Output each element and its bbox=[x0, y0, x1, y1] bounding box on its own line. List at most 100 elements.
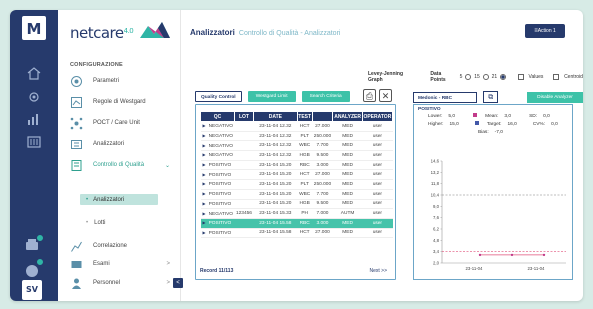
column-header[interactable] bbox=[311, 111, 334, 122]
main-content: Analizzatori Controllo di Qualità - Anali… bbox=[182, 10, 583, 301]
tab-medonic-rbc[interactable]: Medonic - RBC POSITIVO bbox=[413, 91, 478, 112]
analyzer-icon bbox=[71, 139, 82, 149]
table-row[interactable]: NEGATIVO12345623-11-04 15.33PH7.000AUTMu… bbox=[200, 208, 393, 219]
sidebar-item-analizzatori[interactable]: Analizzatori bbox=[70, 135, 170, 153]
sidebar-item-label: Parametri bbox=[93, 78, 120, 84]
column-header[interactable]: TEST bbox=[296, 111, 313, 122]
table-cell bbox=[234, 228, 254, 239]
table-cell: user bbox=[362, 199, 393, 210]
app-logo-icon[interactable]: M bbox=[22, 16, 46, 40]
y-tick-label: 7,6 bbox=[433, 215, 440, 220]
table-cell: user bbox=[362, 121, 393, 132]
tab-quality-control[interactable]: Quality Control bbox=[195, 91, 242, 102]
table-cell: HGB bbox=[297, 199, 312, 210]
table-cell: 9.500 bbox=[312, 150, 333, 161]
sidebar-item-westgard[interactable]: Regole di Westgard bbox=[70, 93, 170, 111]
table-cell: user bbox=[362, 228, 393, 239]
table-row[interactable]: POSITIVO 23-11-04 15.58RBC3.000MEDuser bbox=[200, 218, 393, 229]
table-cell: NEGATIVO bbox=[200, 150, 235, 161]
table-cell bbox=[234, 189, 254, 200]
sv-icon[interactable]: SV bbox=[22, 280, 42, 300]
chevron-right-icon: > bbox=[166, 261, 170, 267]
values-checkbox[interactable] bbox=[517, 74, 524, 80]
table-cell: MED bbox=[332, 189, 363, 200]
table-cell: 7.700 bbox=[312, 140, 333, 152]
brand-mark-icon bbox=[140, 22, 170, 38]
table-cell: 3.000 bbox=[312, 160, 333, 171]
x-tick-label: 23-11-04 bbox=[466, 266, 483, 271]
table-cell: MED bbox=[332, 169, 363, 181]
table-cell: 23-11-04 15.20 bbox=[253, 160, 298, 171]
centroid-checkbox[interactable] bbox=[553, 74, 560, 80]
table-cell: 27.000 bbox=[312, 121, 333, 132]
tab-search-criteria[interactable]: Search Criteria bbox=[301, 91, 350, 102]
sidebar-subitem-lotti[interactable]: Lotti bbox=[86, 220, 105, 226]
brand-version: 4.0 bbox=[123, 27, 134, 35]
settings-icon[interactable] bbox=[24, 90, 44, 104]
table-cell: PLT bbox=[297, 131, 312, 142]
table-row[interactable]: POSITIVO 23-11-04 15.20HCT27.000MEDuser bbox=[200, 169, 393, 181]
column-header[interactable]: DATE bbox=[252, 111, 298, 122]
printer-icon[interactable] bbox=[22, 234, 44, 256]
chart-icon[interactable]: ⧉ bbox=[483, 91, 499, 103]
dp-15-radio[interactable] bbox=[482, 74, 489, 80]
dp-5-radio[interactable] bbox=[465, 74, 472, 80]
y-tick-label: 10,4 bbox=[431, 193, 440, 198]
sidebar-item-label: Regole di Westgard bbox=[93, 99, 146, 105]
excel-icon[interactable]: ✕ bbox=[379, 89, 392, 102]
sidebar-item-esami[interactable]: Esami > bbox=[70, 255, 170, 273]
sidebar-item-label: POCT / Care Unit bbox=[93, 120, 140, 126]
table-row[interactable]: NEGATIVO 23-11-04 12.32HCT27.000MEDuser bbox=[200, 121, 393, 132]
table-row[interactable]: POSITIVO 23-11-04 15.20WBC7.700MEDuser bbox=[200, 189, 393, 200]
table-row[interactable]: NEGATIVO 23-11-04 12.32PLT250.000MEDuser bbox=[200, 131, 393, 142]
table-row[interactable]: POSITIVO 23-11-04 15.20HGB9.500MEDuser bbox=[200, 199, 393, 210]
data-point bbox=[542, 253, 546, 257]
sidebar-item-quality-control[interactable]: Controllo di Qualità ⌄ bbox=[70, 156, 170, 174]
stats-icon[interactable] bbox=[24, 112, 44, 126]
data-point bbox=[510, 253, 514, 257]
table-cell: 23-11-04 15.33 bbox=[253, 208, 298, 219]
notification-badge bbox=[36, 234, 44, 242]
table-cell: NEGATIVO bbox=[200, 121, 235, 132]
sidebar-subitem-analizzatori[interactable]: Analizzatori bbox=[80, 194, 158, 205]
y-tick-label: 14,6 bbox=[431, 159, 440, 164]
sidebar-item-personnel[interactable]: Personnel > bbox=[70, 274, 170, 292]
next-page-link[interactable]: Next >> bbox=[369, 268, 387, 274]
table-cell: NEGATIVO bbox=[200, 208, 235, 219]
table-row[interactable]: POSITIVO 23-11-04 15.20PLT250.000MEDuser bbox=[200, 179, 393, 190]
sidebar-item-correlazione[interactable]: Correlazione bbox=[70, 237, 170, 255]
tab-westgard-limit[interactable]: Westgard Limit bbox=[247, 91, 296, 102]
column-header[interactable]: ANALYZER bbox=[332, 111, 363, 122]
dp-21-radio[interactable] bbox=[500, 74, 506, 80]
parameters-icon bbox=[71, 75, 82, 87]
table-cell: POSITIVO bbox=[200, 228, 235, 239]
print-icon[interactable]: ⎙ bbox=[363, 89, 376, 102]
table-row[interactable]: NEGATIVO 23-11-04 12.32WBC7.700MEDuser bbox=[200, 140, 393, 152]
table-cell: 250.000 bbox=[312, 179, 333, 190]
table-cell: 27.000 bbox=[312, 228, 333, 239]
table-cell: NEGATIVO bbox=[200, 140, 235, 152]
table-cell: MED bbox=[332, 131, 363, 142]
table-cell: WBC bbox=[297, 189, 312, 200]
flask-icon[interactable] bbox=[22, 258, 44, 280]
home-icon[interactable] bbox=[24, 66, 44, 80]
column-header[interactable]: OPERATOR bbox=[361, 111, 394, 122]
table-cell: 23-11-04 12.32 bbox=[253, 140, 298, 152]
table-row[interactable]: POSITIVO 23-11-04 15.20RBC3.000MEDuser bbox=[200, 160, 393, 171]
table-row[interactable]: POSITIVO 23-11-04 15.58HCT27.000MEDuser bbox=[200, 228, 393, 239]
action-1-button[interactable]: Action 1 bbox=[525, 24, 565, 38]
sidebar-item-poct[interactable]: POCT / Care Unit bbox=[70, 114, 170, 132]
column-header[interactable]: QC bbox=[199, 111, 236, 122]
y-tick-label: 13,2 bbox=[431, 170, 440, 175]
rules-icon bbox=[71, 96, 82, 108]
table-cell bbox=[234, 169, 254, 181]
disable-analyzer-button[interactable]: Disable Analyzer bbox=[527, 91, 583, 103]
y-tick-label: 6,2 bbox=[433, 227, 440, 232]
table-cell: 23-11-04 15.20 bbox=[253, 189, 298, 200]
column-header[interactable]: LOT bbox=[234, 111, 254, 122]
table-cell: user bbox=[362, 179, 393, 190]
sidebar-item-parametri[interactable]: Parametri bbox=[70, 72, 170, 90]
building-icon[interactable] bbox=[24, 134, 44, 148]
table-row[interactable]: NEGATIVO 23-11-04 12.32HGB9.500MEDuser bbox=[200, 150, 393, 161]
graph-options: Levey-Jenning Graph Data Points 5 15 21 … bbox=[368, 71, 583, 83]
